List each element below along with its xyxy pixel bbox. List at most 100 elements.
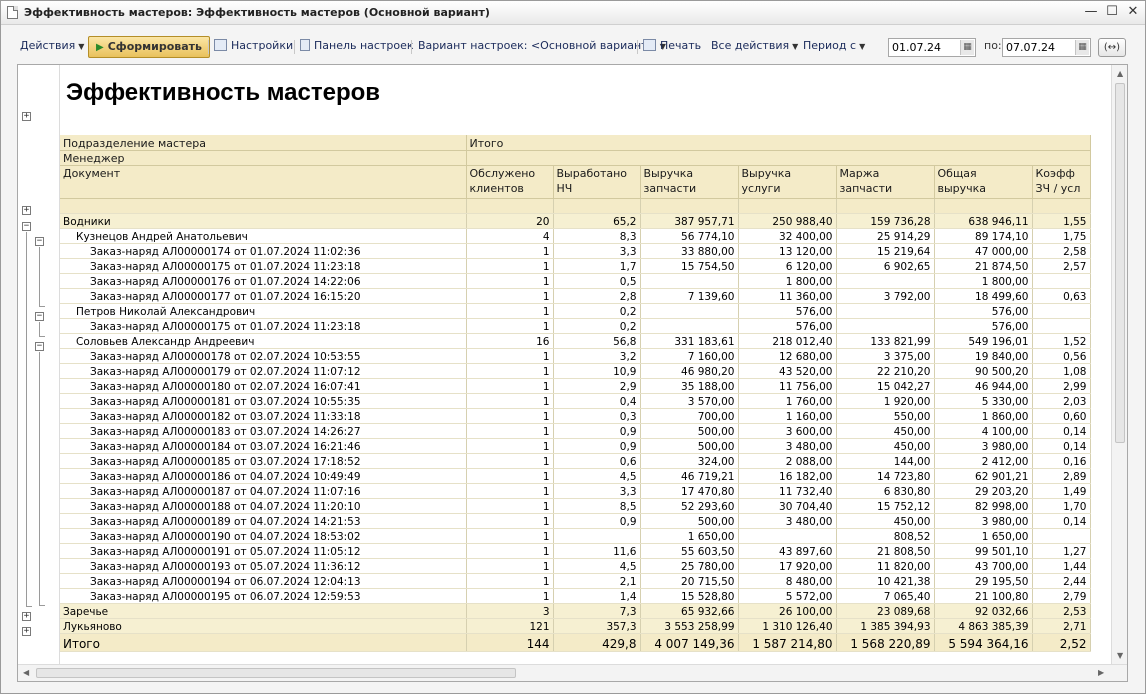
vertical-scrollbar[interactable]: ▲ ▼ [1111, 65, 1127, 665]
cell-value[interactable]: 47 000,00 [934, 243, 1033, 259]
cell-value[interactable]: 0,2 [553, 303, 641, 319]
generate-button[interactable]: ▶ Сформировать [88, 36, 210, 58]
cell-value[interactable]: 2,1 [553, 573, 641, 589]
total-row[interactable]: Итого 144 429,8 4 007 149,36 1 587 214,80 1 5… [60, 632, 1091, 652]
cell-value[interactable]: 3 792,00 [836, 288, 935, 304]
cell-value[interactable]: 11,6 [553, 543, 641, 559]
cell-value[interactable]: 8,5 [553, 498, 641, 514]
cell-value[interactable]: 21 874,50 [934, 258, 1033, 274]
row-label[interactable]: Заказ-наряд АЛ00000194 от 06.07.2024 12:… [60, 573, 467, 589]
cell-value[interactable]: 1 160,00 [738, 408, 837, 424]
document-row[interactable]: Заказ-наряд АЛ00000175 от 01.07.2024 11:… [60, 258, 1091, 274]
cell-value[interactable]: 1 [466, 258, 554, 274]
cell-value[interactable]: 2,89 [1032, 468, 1091, 484]
cell-value[interactable]: 5 330,00 [934, 393, 1033, 409]
cell-value[interactable]: 3 553 258,99 [640, 618, 739, 634]
cell-value[interactable]: 18 499,60 [934, 288, 1033, 304]
cell-value[interactable]: 1 [466, 318, 554, 334]
document-row[interactable]: Заказ-наряд АЛ00000182 от 03.07.2024 11:… [60, 408, 1091, 424]
cell-value[interactable]: 82 998,00 [934, 498, 1033, 514]
cell-value[interactable]: 3 480,00 [738, 438, 837, 454]
cell-value[interactable]: 1,44 [1032, 558, 1091, 574]
cell-value[interactable]: 16 [466, 333, 554, 349]
cell-value[interactable]: 25 914,29 [836, 228, 935, 244]
cell-value[interactable]: 15 528,80 [640, 588, 739, 604]
cell-value[interactable]: 3,2 [553, 348, 641, 364]
row-label[interactable]: Заказ-наряд АЛ00000177 от 01.07.2024 16:… [60, 288, 467, 304]
cell-value[interactable]: 15 219,64 [836, 243, 935, 259]
cell-value[interactable]: 4 863 385,39 [934, 618, 1033, 634]
row-label[interactable]: Заказ-наряд АЛ00000179 от 02.07.2024 11:… [60, 363, 467, 379]
cell-value[interactable]: 17 920,00 [738, 558, 837, 574]
cell-value[interactable]: 1 [466, 393, 554, 409]
collapse-icon[interactable]: − [35, 312, 44, 321]
cell-value[interactable]: 7,3 [553, 603, 641, 619]
cell-value[interactable]: 2,99 [1032, 378, 1091, 394]
cell-value[interactable]: 11 756,00 [738, 378, 837, 394]
cell-value[interactable]: 3 600,00 [738, 423, 837, 439]
row-label[interactable]: Заказ-наряд АЛ00000183 от 03.07.2024 14:… [60, 423, 467, 439]
cell-value[interactable]: 2,57 [1032, 258, 1091, 274]
cell-value[interactable]: 56 774,10 [640, 228, 739, 244]
cell-value[interactable]: 16 182,00 [738, 468, 837, 484]
row-label[interactable]: Заказ-наряд АЛ00000182 от 03.07.2024 11:… [60, 408, 467, 424]
cell-value[interactable]: 30 704,40 [738, 498, 837, 514]
cell-value[interactable]: 2,79 [1032, 588, 1091, 604]
group-row[interactable]: Заречье 3 7,3 65 932,66 26 100,00 23 089,68 92… [60, 603, 1091, 619]
document-row[interactable]: Заказ-наряд АЛ00000191 от 05.07.2024 11:… [60, 543, 1091, 559]
cell-value[interactable]: 2 088,00 [738, 453, 837, 469]
cell-value[interactable]: 1 [466, 498, 554, 514]
cell-value[interactable]: 3 375,00 [836, 348, 935, 364]
cell-value[interactable] [1032, 528, 1091, 544]
cell-value[interactable]: 0,56 [1032, 348, 1091, 364]
row-label[interactable]: Заказ-наряд АЛ00000175 от 01.07.2024 11:… [60, 258, 467, 274]
variant-menu[interactable]: Вариант настроек: <Основной вариант> ▼ [418, 34, 666, 58]
cell-value[interactable]: 3 980,00 [934, 513, 1033, 529]
cell-value[interactable]: 1 [466, 243, 554, 259]
report-area[interactable]: + + − − − − + + Эффективность мастеров П… [17, 64, 1128, 682]
cell-value[interactable]: 1 920,00 [836, 393, 935, 409]
cell-value[interactable]: 2,53 [1032, 603, 1091, 619]
cell-value[interactable]: 11 360,00 [738, 288, 837, 304]
cell-value[interactable] [1032, 303, 1091, 319]
cell-value[interactable]: 0,4 [553, 393, 641, 409]
cell-value[interactable]: 62 901,21 [934, 468, 1033, 484]
row-label[interactable]: Лукьяново [60, 618, 467, 634]
document-row[interactable]: Заказ-наряд АЛ00000188 от 04.07.2024 11:… [60, 498, 1091, 514]
row-label[interactable]: Заказ-наряд АЛ00000180 от 02.07.2024 16:… [60, 378, 467, 394]
cell-value[interactable]: 15 752,12 [836, 498, 935, 514]
cell-value[interactable]: 576,00 [738, 303, 837, 319]
row-label[interactable]: Заказ-наряд АЛ00000191 от 05.07.2024 11:… [60, 543, 467, 559]
cell-value[interactable]: 1 [466, 273, 554, 289]
document-row[interactable]: Заказ-наряд АЛ00000184 от 03.07.2024 16:… [60, 438, 1091, 454]
cell-value[interactable]: 20 [466, 213, 554, 229]
cell-value[interactable]: 21 808,50 [836, 543, 935, 559]
cell-value[interactable]: 1 587 214,80 [738, 632, 837, 652]
cell-value[interactable]: 20 715,50 [640, 573, 739, 589]
cell-value[interactable]: 0,5 [553, 273, 641, 289]
cell-value[interactable]: 500,00 [640, 438, 739, 454]
row-label[interactable]: Кузнецов Андрей Анатольевич [60, 228, 467, 244]
cell-value[interactable]: 5 572,00 [738, 588, 837, 604]
cell-value[interactable]: 46 980,20 [640, 363, 739, 379]
minimize-button[interactable]: — [1083, 4, 1099, 20]
cell-value[interactable]: 1 [466, 528, 554, 544]
calendar-icon[interactable]: ▦ [1075, 40, 1089, 55]
cell-value[interactable]: 43 897,60 [738, 543, 837, 559]
cell-value[interactable]: 1,4 [553, 588, 641, 604]
cell-value[interactable]: 1 [466, 378, 554, 394]
document-row[interactable]: Заказ-наряд АЛ00000186 от 04.07.2024 10:… [60, 468, 1091, 484]
collapse-icon[interactable]: − [35, 237, 44, 246]
cell-value[interactable]: 0,9 [553, 423, 641, 439]
cell-value[interactable]: 12 680,00 [738, 348, 837, 364]
document-row[interactable]: Заказ-наряд АЛ00000181 от 03.07.2024 10:… [60, 393, 1091, 409]
collapse-icon[interactable]: − [22, 222, 31, 231]
cell-value[interactable]: 1,49 [1032, 483, 1091, 499]
cell-value[interactable]: 429,8 [553, 632, 641, 652]
cell-value[interactable]: 32 400,00 [738, 228, 837, 244]
cell-value[interactable]: 4 [466, 228, 554, 244]
cell-value[interactable]: 11 732,40 [738, 483, 837, 499]
cell-value[interactable]: 43 520,00 [738, 363, 837, 379]
cell-value[interactable]: 4,5 [553, 558, 641, 574]
cell-value[interactable]: 1 [466, 438, 554, 454]
